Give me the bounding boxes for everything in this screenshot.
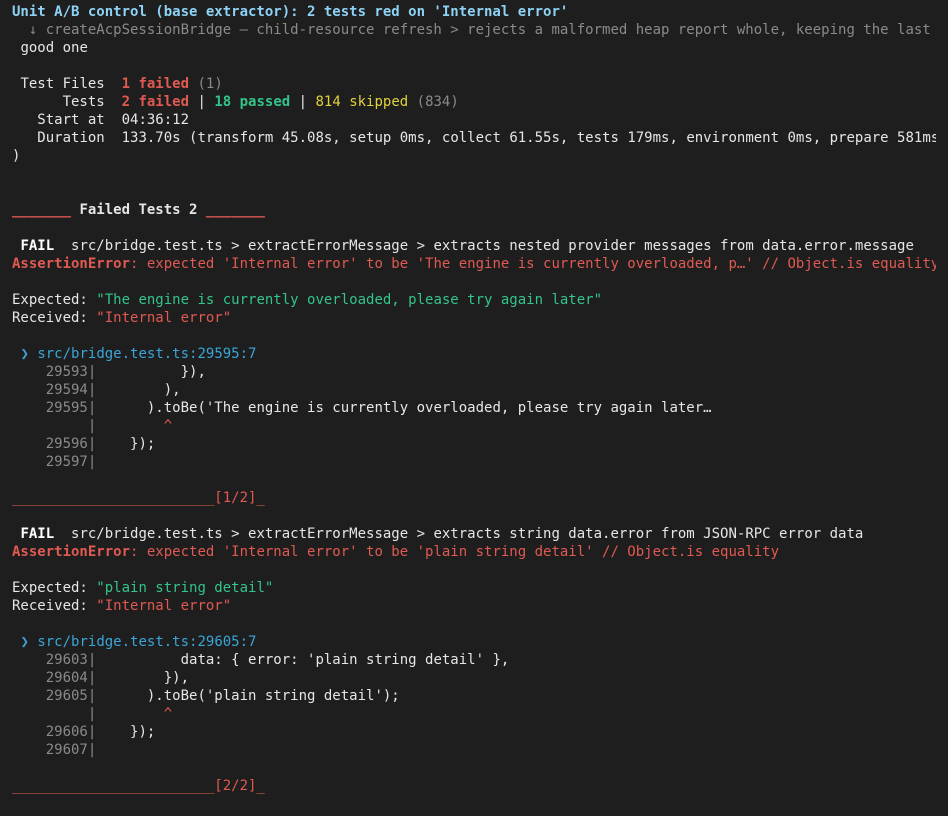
duration-label: Duration xyxy=(37,130,105,146)
code-frame: 29603| data: { error: 'plain string deta… xyxy=(12,651,936,759)
summary-tests: Tests 2 failed | 18 passed | 814 skipped… xyxy=(62,94,459,110)
duration-value: 133.70s (transform 45.08s, setup 0ms, co… xyxy=(121,130,936,146)
fail-tag: FAIL xyxy=(20,526,55,542)
code-caret-line: | ^ xyxy=(45,706,173,722)
code-line: 29607| xyxy=(45,742,97,758)
fail-tag: FAIL xyxy=(20,238,55,254)
failure-separator: ________________________[2/2]_ xyxy=(12,778,265,794)
code-line: 29597| xyxy=(45,454,97,470)
source-location[interactable]: ❯ src/bridge.test.ts:29605:7 xyxy=(12,633,936,651)
code-line: 29604| }), xyxy=(45,670,190,686)
summary-duration-cont: ) xyxy=(12,148,21,164)
code-frame: 29593| }), 29594| ), 29595| ).toBe('The … xyxy=(12,363,936,471)
code-line: 29593| }), xyxy=(45,364,206,380)
test-files-failed: 1 failed xyxy=(121,76,190,92)
source-location[interactable]: ❯ src/bridge.test.ts:29595:7 xyxy=(12,345,936,363)
chevron-right-icon: ❯ xyxy=(20,346,29,362)
failed-header-text: Failed Tests 2 xyxy=(79,202,198,218)
run-title: Unit A/B control (base extractor): 2 tes… xyxy=(12,4,569,20)
fail-line: FAIL src/bridge.test.ts > extractErrorMe… xyxy=(12,525,936,543)
expected-line: Expected: "plain string detail" xyxy=(12,580,274,596)
chevron-right-icon: ❯ xyxy=(20,634,29,650)
summary-test-files: Test Files 1 failed (1) xyxy=(12,75,936,93)
start-label: Start at xyxy=(37,112,105,128)
assertion-error-message: : expected 'Internal error' to be 'plain… xyxy=(130,544,780,560)
code-line: 29596| }); xyxy=(45,436,156,452)
skipped-test-text: ↓ createAcpSessionBridge — child-resourc… xyxy=(12,22,931,38)
failed-header-right-bar: _______ xyxy=(205,202,265,218)
tests-total: (834) xyxy=(416,94,459,110)
terminal-output: Unit A/B control (base extractor): 2 tes… xyxy=(0,0,936,795)
expected-value: "The engine is currently overloaded, ple… xyxy=(96,292,603,308)
expected-line: Expected: "The engine is currently overl… xyxy=(12,292,603,308)
code-line: 29603| data: { error: 'plain string deta… xyxy=(45,652,510,668)
fail-test-path: src/bridge.test.ts > extractErrorMessage… xyxy=(71,238,914,254)
tests-passed: 18 passed xyxy=(214,94,291,110)
skipped-test-line-cont: good one xyxy=(20,40,88,56)
source-location-link[interactable]: src/bridge.test.ts:29595:7 xyxy=(37,346,256,362)
received-value: "Internal error" xyxy=(96,310,232,326)
fail-test-path: src/bridge.test.ts > extractErrorMessage… xyxy=(71,526,864,542)
code-line: 29594| ), xyxy=(45,382,181,398)
expected-value: "plain string detail" xyxy=(96,580,274,596)
failed-tests-header: _______ Failed Tests 2 _______ xyxy=(12,201,936,219)
test-files-total: (1) xyxy=(197,76,223,92)
assertion-error-message: : expected 'Internal error' to be 'The e… xyxy=(130,256,936,272)
code-line: 29606| }); xyxy=(45,724,156,740)
failure-separator: ________________________[1/2]_ xyxy=(12,490,265,506)
received-line: Received: "Internal error" xyxy=(12,310,232,326)
failed-header-left-bar: _______ xyxy=(12,202,72,218)
code-caret-line: | ^ xyxy=(45,418,173,434)
summary-duration: Duration 133.70s (transform 45.08s, setu… xyxy=(12,129,936,147)
summary-start: Start at 04:36:12 xyxy=(12,111,936,129)
skipped-test-line: ↓ createAcpSessionBridge — child-resourc… xyxy=(12,21,936,39)
assertion-error-name: AssertionError xyxy=(12,544,131,560)
assertion-error-line: AssertionError: expected 'Internal error… xyxy=(12,543,936,561)
test-files-label: Test Files xyxy=(20,76,105,92)
assertion-error-line: AssertionError: expected 'Internal error… xyxy=(12,255,936,273)
caret-marker: ^ xyxy=(96,706,173,722)
code-line: 29605| ).toBe('plain string detail'); xyxy=(45,688,400,704)
start-value: 04:36:12 xyxy=(121,112,190,128)
tests-failed: 2 failed xyxy=(121,94,190,110)
code-line: 29595| ).toBe('The engine is currently o… xyxy=(45,400,712,416)
fail-line: FAIL src/bridge.test.ts > extractErrorMe… xyxy=(12,237,936,255)
tests-label: Tests xyxy=(62,94,105,110)
source-location-link[interactable]: src/bridge.test.ts:29605:7 xyxy=(37,634,256,650)
assertion-error-name: AssertionError xyxy=(12,256,131,272)
caret-marker: ^ xyxy=(96,418,173,434)
received-value: "Internal error" xyxy=(96,598,232,614)
received-line: Received: "Internal error" xyxy=(12,598,232,614)
tests-skipped: 814 skipped xyxy=(315,94,409,110)
